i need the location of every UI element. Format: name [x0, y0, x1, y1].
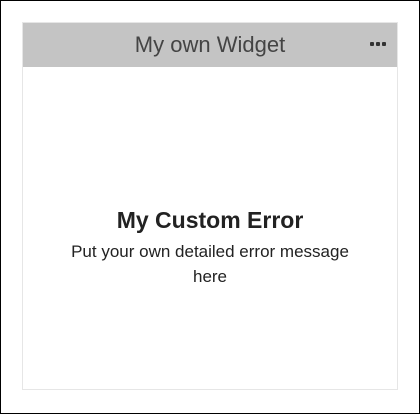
widget-title: My own Widget — [134, 32, 286, 57]
error-block: My Custom Error Put your own detailed er… — [23, 205, 397, 289]
more-horizontal-icon — [370, 42, 386, 46]
widget-header: My own Widget — [23, 23, 397, 67]
widget-card: My own Widget My Custom Error Put your o… — [22, 22, 398, 390]
error-title: My Custom Error — [116, 207, 304, 233]
error-message: Put your own detailed error message here — [71, 242, 349, 286]
screenshot-frame: My own Widget My Custom Error Put your o… — [0, 0, 420, 414]
widget-menu-button[interactable] — [365, 31, 391, 57]
